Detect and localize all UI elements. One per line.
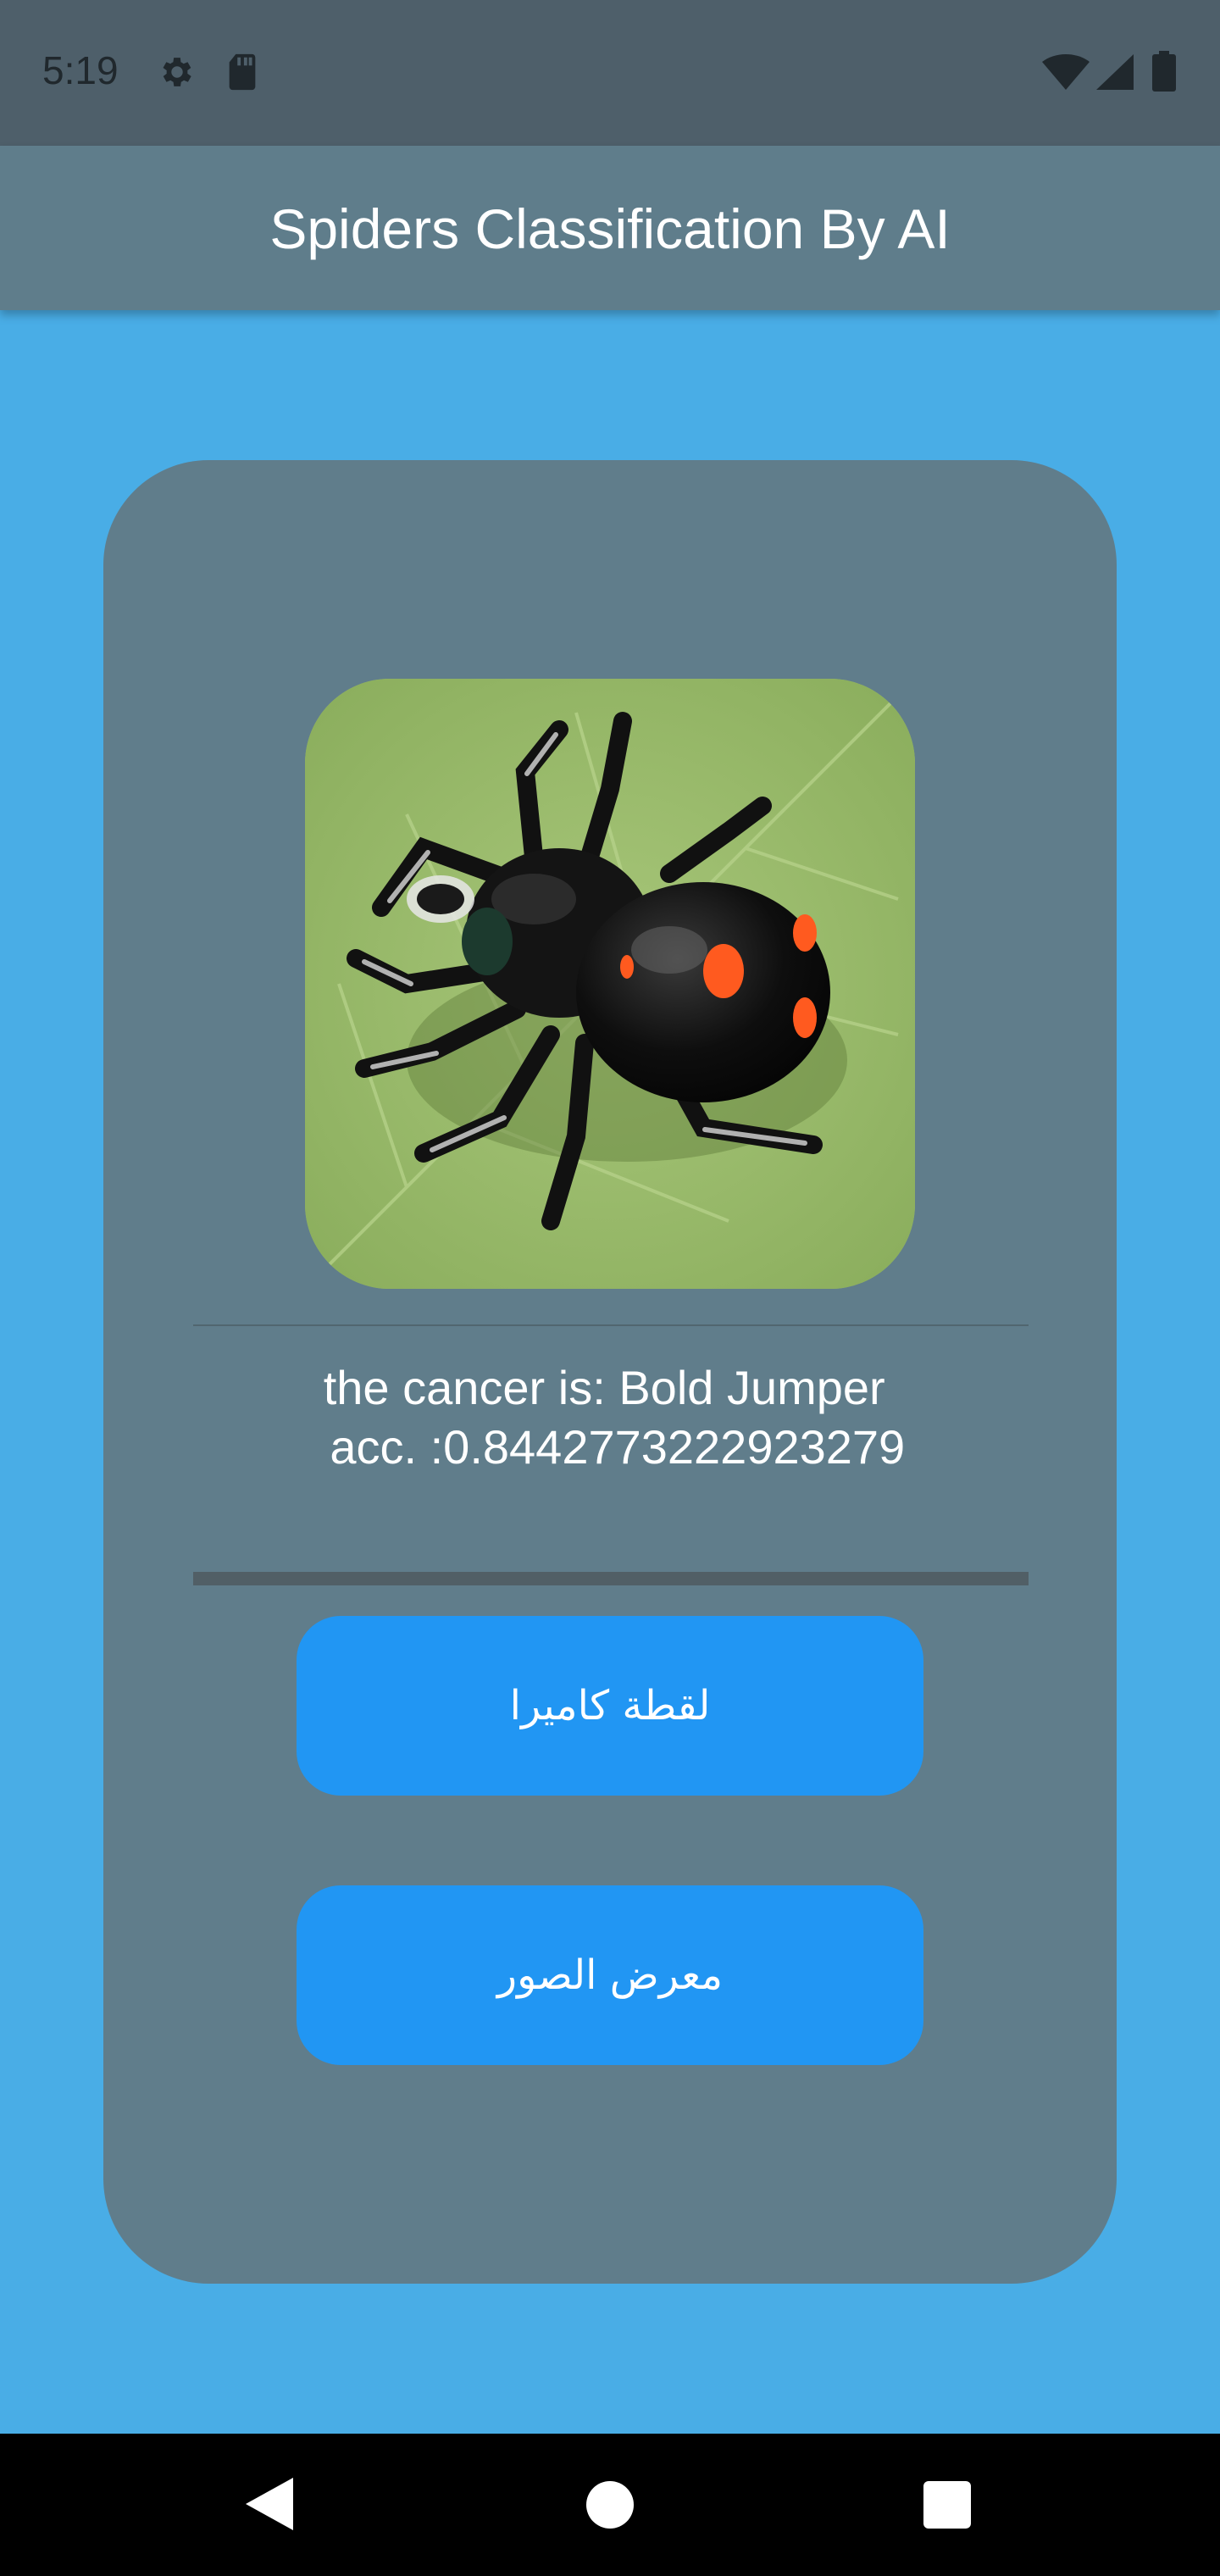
gallery-button[interactable]: معرض الصور <box>297 1885 923 2065</box>
app-title: Spiders Classification By AI <box>269 197 951 260</box>
wifi-icon <box>1042 54 1090 94</box>
divider-thick <box>193 1572 1029 1585</box>
classification-result: the cancer is: Bold Jumper acc. :0.84427… <box>193 1358 1029 1477</box>
result-label-line: the cancer is: Bold Jumper <box>323 1361 899 1414</box>
spider-photo <box>305 679 915 1289</box>
signal-icon <box>1096 54 1134 94</box>
result-accuracy-line: acc. :0.8442773222923279 <box>316 1420 906 1474</box>
app-bar: Spiders Classification By AI <box>0 146 1220 310</box>
back-icon[interactable] <box>246 2478 293 2534</box>
battery-icon <box>1152 51 1176 96</box>
app-screen: 5:19 Spiders Classification By AI the ca… <box>0 0 1220 2576</box>
navigation-bar <box>0 2434 1220 2576</box>
home-icon[interactable] <box>586 2481 634 2533</box>
recents-icon[interactable] <box>923 2481 971 2533</box>
camera-button[interactable]: لقطة كاميرا <box>297 1616 923 1796</box>
gear-icon <box>158 53 197 96</box>
status-bar: 5:19 <box>0 0 1220 146</box>
status-time: 5:19 <box>42 48 119 92</box>
sd-card-icon <box>225 53 259 96</box>
divider-thin <box>193 1324 1029 1326</box>
result-card: the cancer is: Bold Jumper acc. :0.84427… <box>103 460 1117 2284</box>
